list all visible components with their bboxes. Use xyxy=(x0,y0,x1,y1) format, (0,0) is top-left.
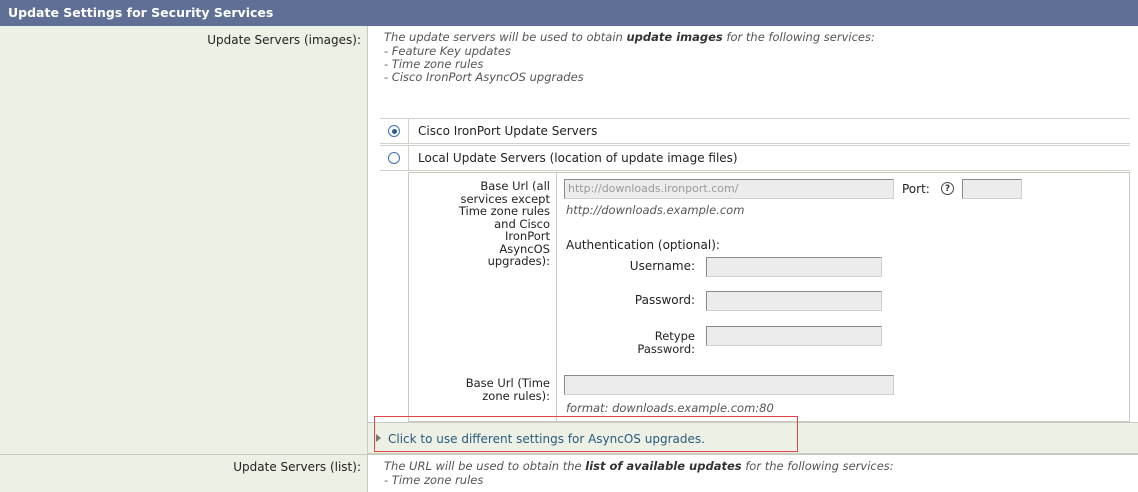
time-zone-url-input[interactable] xyxy=(564,375,894,395)
option-cisco-update-servers[interactable]: Cisco IronPort Update Servers xyxy=(380,118,1130,144)
time-zone-url-label: Base Url (Time zone rules): xyxy=(465,376,550,403)
cisco-servers-radio[interactable] xyxy=(388,125,400,137)
expand-arrow-icon[interactable] xyxy=(376,434,381,442)
update-servers-list-label-cell: Update Servers (list): xyxy=(0,455,368,492)
service-item: - Cisco IronPort AsyncOS upgrades xyxy=(384,70,584,84)
update-images-emphasis: update images xyxy=(626,30,723,44)
retype-password-label: Retype Password: xyxy=(637,329,695,356)
password-input[interactable] xyxy=(706,291,882,311)
cisco-servers-label: Cisco IronPort Update Servers xyxy=(418,124,598,138)
option-local-update-servers[interactable]: Local Update Servers (location of update… xyxy=(380,145,1130,171)
retype-password-input[interactable] xyxy=(706,326,882,346)
time-zone-url-hint: format: downloads.example.com:80 xyxy=(566,401,774,415)
base-url-hint: http://downloads.example.com xyxy=(566,203,745,217)
local-servers-label: Local Update Servers (location of update… xyxy=(418,151,738,165)
asyncos-settings-link[interactable]: Click to use different settings for Asyn… xyxy=(388,432,705,446)
update-list-description: The URL will be used to obtain the list … xyxy=(384,459,894,473)
update-servers-images-label-cell: Update Servers (images): xyxy=(0,26,368,454)
authentication-label: Authentication (optional): xyxy=(566,238,720,252)
update-servers-list-label: Update Servers (list): xyxy=(233,460,361,474)
asyncos-settings-row: Click to use different settings for Asyn… xyxy=(368,422,1138,454)
update-images-description: The update servers will be used to obtai… xyxy=(384,30,875,44)
security-services-settings-panel: Update Settings for Security Services Up… xyxy=(0,0,1138,492)
port-label: Port: xyxy=(902,182,930,196)
help-icon[interactable]: ? xyxy=(941,182,954,195)
update-list-emphasis: list of available updates xyxy=(585,459,742,473)
username-label: Username: xyxy=(629,259,695,273)
panel-title: Update Settings for Security Services xyxy=(0,0,1138,26)
service-item: - Time zone rules xyxy=(384,473,484,487)
port-input[interactable] xyxy=(962,179,1022,199)
base-url-input[interactable]: http://downloads.ironport.com/ xyxy=(564,179,894,199)
update-servers-images-label: Update Servers (images): xyxy=(207,33,361,47)
password-label: Password: xyxy=(634,293,695,307)
local-servers-radio[interactable] xyxy=(388,152,400,164)
base-url-label: Base Url (all services except Time zone … xyxy=(458,179,550,268)
username-input[interactable] xyxy=(706,257,882,277)
